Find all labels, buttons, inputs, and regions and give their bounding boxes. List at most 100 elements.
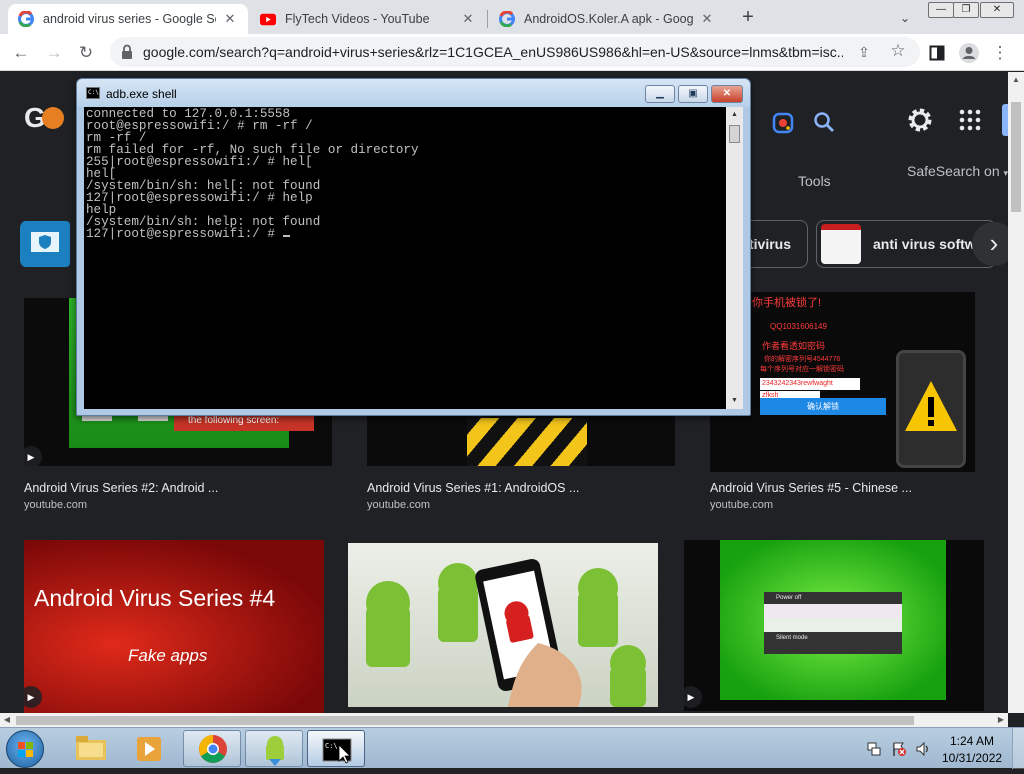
windows-taskbar: C:\ 1:24 AM 10/31/2022 (0, 727, 1024, 769)
safesearch-toggle[interactable]: SafeSearch on ▾ (907, 163, 1008, 179)
console-close-button[interactable]: ✕ (711, 85, 743, 103)
address-bar[interactable]: google.com/search?q=android+virus+series… (110, 37, 920, 67)
media-player-icon (137, 737, 161, 761)
google-icon (499, 11, 515, 27)
page-vertical-scrollbar[interactable]: ▲ (1008, 72, 1024, 713)
windows-logo-icon (18, 742, 33, 757)
result-source[interactable]: youtube.com (710, 499, 773, 511)
console-titlebar[interactable]: C:\ adb.exe shell ▁ ▣ ✕ (77, 79, 750, 107)
lock-icon[interactable] (120, 44, 136, 60)
chip-antivirus-app[interactable] (20, 220, 74, 268)
volume-icon[interactable] (915, 741, 931, 757)
network-icon[interactable] (866, 741, 882, 757)
scroll-right-arrow[interactable]: ▶ (994, 713, 1008, 727)
tab-title: android virus series - Google Sea (43, 12, 216, 26)
google-doodle-logo[interactable]: G (24, 102, 64, 134)
restore-button[interactable]: ❐ (953, 2, 979, 18)
adb-shell-window[interactable]: C:\ adb.exe shell ▁ ▣ ✕ connected to 127… (76, 78, 751, 416)
scrollbar-thumb[interactable] (729, 125, 740, 143)
taskbar-android-apk[interactable] (245, 730, 303, 767)
clock-date[interactable]: 10/31/2022 (942, 751, 1002, 765)
show-desktop-button[interactable] (1012, 728, 1024, 769)
scroll-down-arrow[interactable]: ▼ (726, 393, 743, 409)
new-tab-button[interactable]: + (736, 6, 760, 30)
console-text: connected to 127.0.0.1:5558 root@espress… (84, 107, 726, 241)
bookmark-star-icon[interactable]: ☆ (888, 41, 908, 61)
page-horizontal-scrollbar[interactable]: ◀ ▶ (0, 713, 1008, 727)
forward-button[interactable]: → (41, 40, 67, 66)
tab-google-search[interactable]: android virus series - Google Sea ✕ (8, 4, 248, 34)
side-panel-icon[interactable] (924, 40, 950, 66)
taskbar-media-player[interactable] (120, 730, 178, 767)
tab-close-icon[interactable]: ✕ (222, 11, 238, 27)
explorer-icon (76, 736, 106, 760)
play-icon[interactable]: ▶ (24, 446, 42, 466)
result-thumbnail[interactable]: Power off Silent mode ▶ (684, 540, 984, 711)
chip-label: anti virus softw (873, 236, 976, 252)
result-caption[interactable]: Android Virus Series #1: AndroidOS ... (367, 481, 579, 495)
console-title: adb.exe shell (106, 87, 177, 101)
console-scrollbar[interactable]: ▲ ▼ (726, 107, 743, 409)
scroll-up-arrow[interactable]: ▲ (1008, 72, 1024, 88)
play-icon[interactable]: ▶ (684, 686, 702, 708)
taskbar-explorer[interactable] (62, 730, 120, 767)
clock-time[interactable]: 1:24 AM (950, 734, 994, 748)
overlay-title: Android Virus Series #4 (34, 585, 276, 611)
share-icon[interactable]: ⇪ (854, 42, 874, 62)
gear-icon[interactable] (906, 106, 934, 134)
google-icon (18, 11, 34, 27)
taskbar-cmd[interactable]: C:\ (307, 730, 365, 767)
cmd-icon[interactable]: C:\ (86, 87, 100, 99)
tab-search-icon[interactable]: ⌄ (895, 8, 915, 28)
result-caption[interactable]: Android Virus Series #5 - Chinese ... (710, 481, 912, 495)
menu-kebab-icon[interactable]: ⋮ (990, 40, 1010, 66)
tab-close-icon[interactable]: ✕ (699, 11, 715, 27)
console-output[interactable]: connected to 127.0.0.1:5558 root@espress… (84, 107, 726, 409)
taskbar-chrome[interactable] (183, 730, 241, 767)
console-prompt: 127|root@espressowifi:/ # (86, 227, 275, 241)
result-source[interactable]: youtube.com (367, 499, 430, 511)
ransom-text: 每个序列号对应一解锁密码 (760, 366, 844, 373)
back-button[interactable]: ← (8, 40, 34, 66)
profile-avatar[interactable] (956, 40, 982, 66)
chip-thumbnail (821, 224, 861, 264)
console-maximize-button[interactable]: ▣ (678, 85, 708, 103)
browser-toolbar: ← → ↻ google.com/search?q=android+virus+… (0, 34, 1024, 71)
close-window-button[interactable]: ✕ (980, 2, 1014, 18)
tab-google-koler[interactable]: AndroidOS.Koler.A apk - Google ✕ (489, 4, 725, 34)
tab-close-icon[interactable]: ✕ (460, 11, 476, 27)
result-caption[interactable]: Android Virus Series #2: Android ... (24, 481, 218, 495)
console-line: 255|root@espressowifi:/ # hel[ (86, 155, 313, 169)
minimize-button[interactable]: — (928, 2, 954, 18)
play-icon[interactable]: ▶ (24, 686, 42, 708)
warning-triangle-icon (905, 381, 957, 431)
search-icon[interactable] (812, 110, 836, 134)
safesearch-label: SafeSearch on (907, 163, 1000, 179)
url-text[interactable]: google.com/search?q=android+virus+series… (143, 44, 843, 60)
power-menu-item (764, 604, 902, 618)
scrollbar-thumb[interactable] (16, 716, 914, 725)
scroll-left-arrow[interactable]: ◀ (0, 713, 14, 727)
reload-button[interactable]: ↻ (73, 40, 99, 66)
tab-youtube[interactable]: FlyTech Videos - YouTube ✕ (250, 4, 486, 34)
result-thumbnail[interactable]: Android Virus Series #4 Fake apps ▶ (24, 540, 324, 713)
result-thumbnail[interactable] (348, 543, 658, 707)
chevron-right-icon[interactable]: › (972, 222, 1008, 266)
console-cursor (282, 235, 290, 237)
youtube-icon (260, 11, 276, 27)
console-minimize-button[interactable]: ▁ (645, 85, 675, 103)
chip-anti-virus-software[interactable]: anti virus softw (816, 220, 996, 268)
start-button[interactable] (6, 730, 44, 768)
scroll-up-arrow[interactable]: ▲ (726, 107, 743, 123)
tab-title: AndroidOS.Koler.A apk - Google (524, 12, 693, 26)
google-lens-icon[interactable] (772, 112, 794, 134)
overlay-subtitle: Fake apps (128, 646, 208, 665)
tools-button[interactable]: Tools (798, 173, 831, 189)
apps-grid-icon[interactable] (958, 108, 982, 132)
action-center-flag-icon[interactable] (891, 741, 907, 757)
result-source[interactable]: youtube.com (24, 499, 87, 511)
ransom-text: 作者看透如密码 (762, 341, 826, 351)
chrome-icon (199, 735, 227, 763)
android-figures-image (366, 558, 646, 707)
scrollbar-thumb[interactable] (1011, 102, 1021, 212)
